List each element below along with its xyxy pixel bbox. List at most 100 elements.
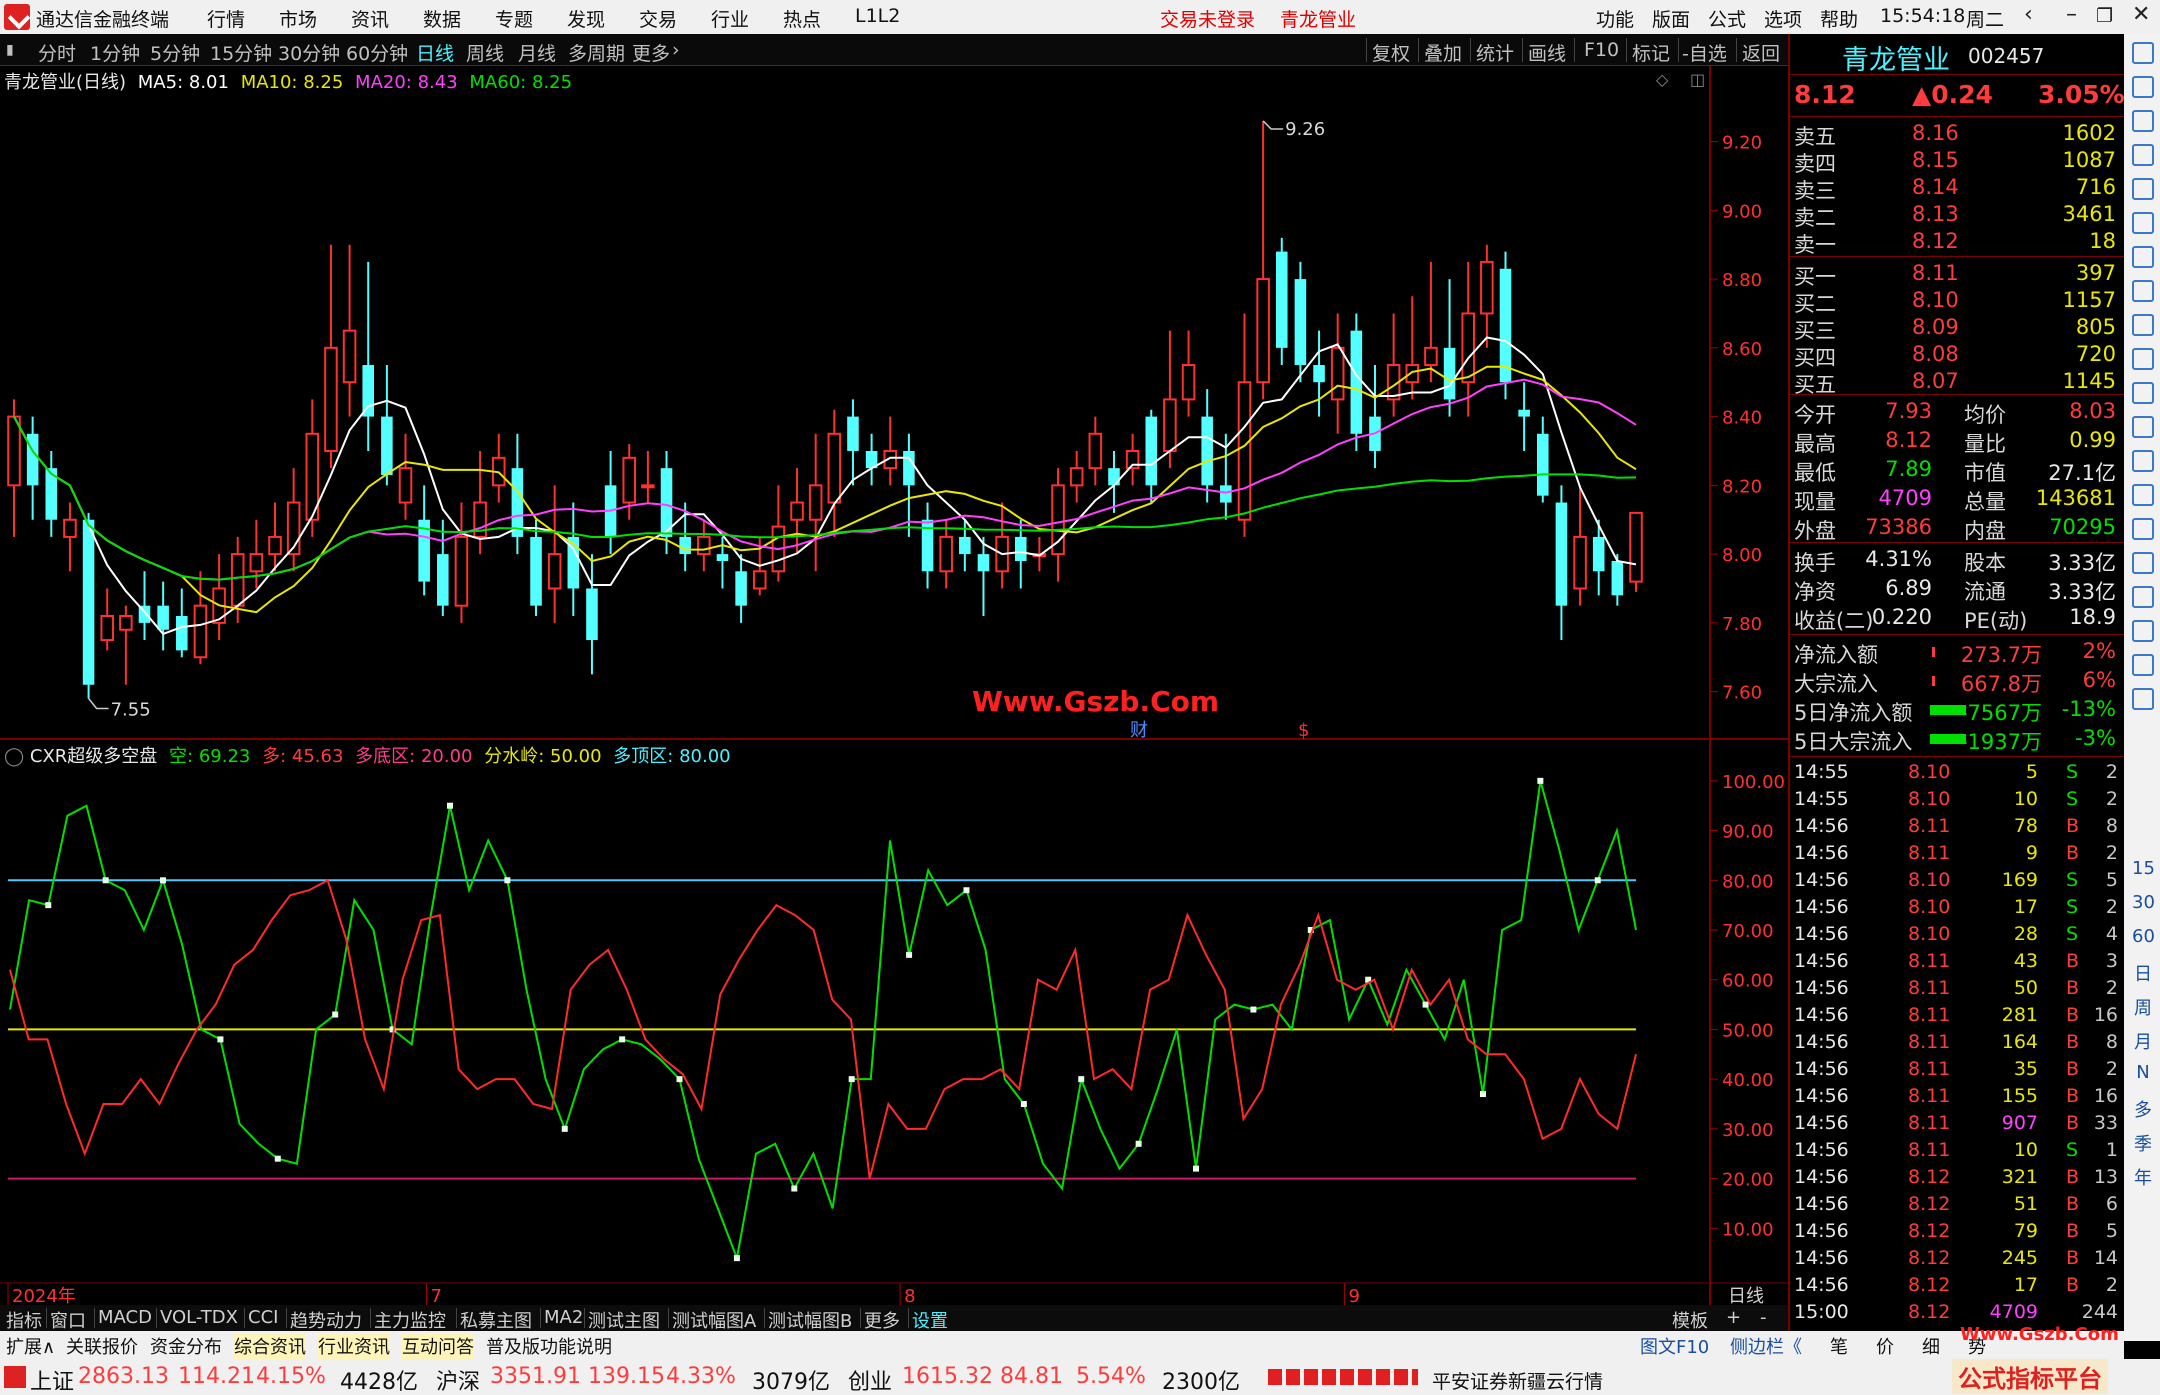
- index-sh-name[interactable]: 上证: [30, 1364, 74, 1395]
- menu-gongshi[interactable]: 公式: [1708, 5, 1746, 32]
- candles-icon[interactable]: [2132, 246, 2154, 268]
- period-shortcut[interactable]: 30: [2132, 892, 2155, 913]
- rsi-icon[interactable]: [2132, 518, 2154, 540]
- move-icon[interactable]: [2132, 552, 2154, 574]
- menu-banmian[interactable]: 版面: [1652, 5, 1690, 32]
- btn-fanhui[interactable]: 返回: [1742, 39, 1780, 66]
- menu-shuju[interactable]: 数据: [423, 5, 461, 32]
- grid-icon[interactable]: [2132, 280, 2154, 302]
- chart-area[interactable]: 9.26 7.55 9.20 9.00 8.80 8.60 8.40 8.20 8.00 7.8…: [0, 66, 1788, 1305]
- btn-diejia[interactable]: 叠加: [1424, 39, 1462, 66]
- tick-row[interactable]: 14:56 8.11 9 B 2: [1792, 841, 2122, 868]
- period-more[interactable]: 更多: [632, 39, 670, 66]
- indicator-tab[interactable]: CCI: [248, 1307, 278, 1328]
- tick-row[interactable]: 14:55 8.10 10 S 2: [1792, 787, 2122, 814]
- period-shortcut[interactable]: 年: [2132, 1164, 2154, 1190]
- menu-redian[interactable]: 热点: [783, 5, 821, 32]
- menu-xuanxiang[interactable]: 选项: [1764, 5, 1802, 32]
- marker-s[interactable]: $: [1298, 720, 1309, 741]
- pen-icon[interactable]: [2132, 586, 2154, 608]
- period-shortcut[interactable]: 周: [2132, 994, 2154, 1020]
- table-icon[interactable]: [2132, 178, 2154, 200]
- tick-row[interactable]: 14:56 8.12 51 B 6: [1792, 1192, 2122, 1219]
- btn-biaoji[interactable]: 标记: [1632, 39, 1670, 66]
- tick-row[interactable]: 14:55 8.10 5 S 2: [1792, 760, 2122, 787]
- refresh-icon[interactable]: [2132, 654, 2154, 676]
- lines-icon[interactable]: [2132, 484, 2154, 506]
- tick-row[interactable]: 14:56 8.10 169 S 5: [1792, 868, 2122, 895]
- indicator-tab[interactable]: MACD: [98, 1307, 152, 1328]
- tick-row[interactable]: 14:56 8.10 17 S 2: [1792, 895, 2122, 922]
- panel-tab[interactable]: 图文F10: [1640, 1333, 1709, 1359]
- back-arrow-icon[interactable]: ‹: [2024, 2, 2033, 27]
- indicator-tab[interactable]: MA2: [544, 1307, 583, 1328]
- panel-tab[interactable]: 价: [1876, 1333, 1894, 1359]
- indicator-tab[interactable]: 更多: [864, 1307, 900, 1333]
- minimize-icon[interactable]: –: [2066, 2, 2077, 27]
- period-shortcut[interactable]: 日: [2132, 960, 2154, 986]
- btn-fuquan[interactable]: 复权: [1372, 39, 1410, 66]
- btn-f10[interactable]: F10: [1584, 39, 1619, 61]
- info-tab[interactable]: 关联报价: [66, 1333, 138, 1359]
- clock-icon[interactable]: [2132, 450, 2154, 472]
- period-shortcut[interactable]: 月: [2132, 1028, 2154, 1054]
- period-monthly[interactable]: 月线: [518, 39, 556, 66]
- f10-icon[interactable]: [2132, 314, 2154, 336]
- period-1min[interactable]: 1分钟: [90, 39, 140, 66]
- period-shortcut[interactable]: 15: [2132, 858, 2155, 879]
- info-tab[interactable]: 互动问答: [402, 1333, 474, 1359]
- tick-row[interactable]: 14:56 8.11 10 S 1: [1792, 1138, 2122, 1165]
- tick-row[interactable]: 14:56 8.11 43 B 3: [1792, 949, 2122, 976]
- info-tab[interactable]: 普及版功能说明: [486, 1333, 612, 1359]
- tick-row[interactable]: 14:56 8.10 28 S 4: [1792, 922, 2122, 949]
- menu-zixun[interactable]: 资讯: [351, 5, 389, 32]
- indicator-tab[interactable]: 测试幅图A: [672, 1307, 756, 1333]
- menu-zhuanti[interactable]: 专题: [495, 5, 533, 32]
- info-tab[interactable]: 资金分布: [150, 1333, 222, 1359]
- panel-tab[interactable]: 笔: [1830, 1333, 1848, 1359]
- indicator-tab[interactable]: 指标: [6, 1307, 42, 1333]
- index-hs-name[interactable]: 沪深: [436, 1364, 480, 1395]
- info-tab[interactable]: 扩展∧: [6, 1333, 55, 1359]
- period-shortcut[interactable]: 多: [2132, 1096, 2154, 1122]
- window-icon[interactable]: [2132, 688, 2154, 710]
- template-control[interactable]: +: [1726, 1307, 1741, 1328]
- period-15min[interactable]: 15分钟: [210, 39, 272, 66]
- index-cy-name[interactable]: 创业: [848, 1364, 892, 1395]
- tick-row[interactable]: 14:56 8.11 78 B 8: [1792, 814, 2122, 841]
- template-control[interactable]: 模板: [1672, 1307, 1708, 1333]
- collapse-icon[interactable]: ▮: [6, 42, 14, 58]
- template-control[interactable]: -: [1760, 1307, 1767, 1328]
- tick-row[interactable]: 15:00 8.12 4709 244: [1792, 1300, 2122, 1327]
- menu-gongneng[interactable]: 功能: [1596, 5, 1634, 32]
- menu-hangye[interactable]: 行业: [711, 5, 749, 32]
- calculator-icon[interactable]: [2132, 144, 2154, 166]
- tick-row[interactable]: 14:56 8.12 79 B 5: [1792, 1219, 2122, 1246]
- tick-row[interactable]: 14:56 8.11 155 B 16: [1792, 1084, 2122, 1111]
- period-weekly[interactable]: 周线: [466, 39, 504, 66]
- period-shortcut[interactable]: 60: [2132, 926, 2155, 947]
- panel-tab[interactable]: 侧边栏《: [1730, 1333, 1802, 1359]
- f2-icon[interactable]: [2132, 416, 2154, 438]
- restore-icon[interactable]: ❐: [2096, 5, 2113, 27]
- period-shortcut[interactable]: N: [2132, 1062, 2154, 1083]
- indicator-tab[interactable]: 设置: [912, 1307, 948, 1333]
- period-5min[interactable]: 5分钟: [150, 39, 200, 66]
- tick-row[interactable]: 14:56 8.11 50 B 2: [1792, 976, 2122, 1003]
- btn-tongji[interactable]: 统计: [1476, 39, 1514, 66]
- indicator-tab[interactable]: 主力监控: [374, 1307, 446, 1333]
- info-tab[interactable]: 综合资讯: [234, 1333, 306, 1359]
- list-icon[interactable]: [2132, 348, 2154, 370]
- menu-shichang[interactable]: 市场: [279, 5, 317, 32]
- indicator-tab[interactable]: 测试主图: [588, 1307, 660, 1333]
- trade-login-status[interactable]: 交易未登录: [1160, 5, 1255, 32]
- btn-zixuan[interactable]: -自选: [1682, 39, 1727, 66]
- tick-row[interactable]: 14:56 8.11 164 B 8: [1792, 1030, 2122, 1057]
- menu-faxian[interactable]: 发现: [567, 5, 605, 32]
- indicator-tab[interactable]: 私募主图: [460, 1307, 532, 1333]
- sheet-icon[interactable]: [2132, 620, 2154, 642]
- menu-l1l2[interactable]: L1L2: [855, 5, 900, 27]
- period-daily[interactable]: 日线: [416, 39, 454, 66]
- menu-jiaoyi[interactable]: 交易: [639, 5, 677, 32]
- tick-row[interactable]: 14:56 8.11 907 B 33: [1792, 1111, 2122, 1138]
